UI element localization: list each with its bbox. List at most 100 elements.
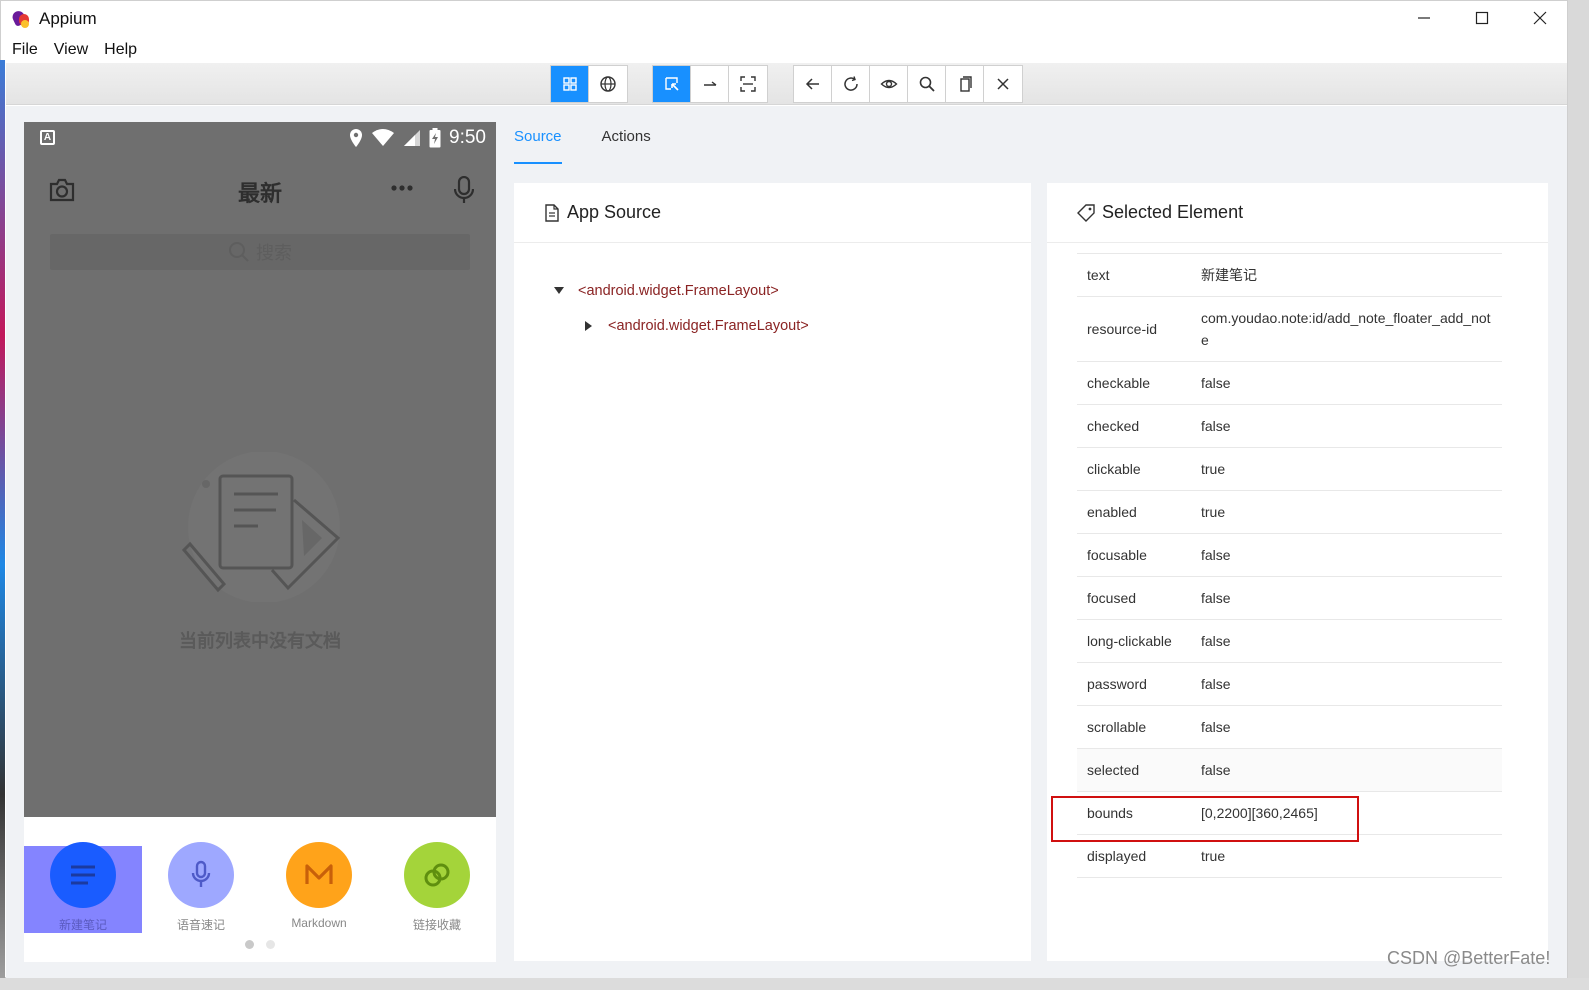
location-pin-icon (350, 129, 363, 147)
quit-session-button[interactable] (984, 66, 1022, 102)
attr-key: password (1087, 676, 1147, 692)
app-header: 最新 (24, 172, 496, 208)
selected-element-title: Selected Element (1102, 202, 1244, 222)
refresh-button[interactable] (832, 66, 870, 102)
attr-value: false (1201, 418, 1231, 434)
toggle-attributes-button[interactable] (870, 66, 908, 102)
attr-value: false (1201, 676, 1231, 692)
keyboard-a-icon: A (40, 130, 55, 145)
attr-key: scrollable (1087, 719, 1147, 735)
app-source-title: App Source (567, 202, 662, 222)
tree-node-tag[interactable]: <android.widget.FrameLayout> (578, 283, 779, 299)
signal-icon (404, 130, 421, 146)
empty-list-message: 当前列表中没有文档 (179, 631, 341, 651)
attr-key: long-clickable (1087, 633, 1172, 649)
more-dots-icon[interactable] (390, 176, 414, 206)
attr-row-focused: focused false (1077, 577, 1502, 620)
attr-key: enabled (1087, 504, 1137, 520)
toolbar (6, 63, 1567, 105)
attr-key: checked (1087, 418, 1140, 434)
tab-actions[interactable]: Actions (602, 128, 651, 164)
attr-row-text: text 新建笔记 (1077, 254, 1502, 297)
inspector-main: A 9:50 最新 搜索 当前列表中没有文档 新建笔记 语音速记 Markdow… (6, 106, 1567, 979)
app-source-panel: App Source <android.widget.FrameLayout> … (514, 183, 1031, 961)
attr-key: selected (1087, 762, 1140, 778)
attr-row-checkable: checkable false (1077, 362, 1502, 405)
attr-value: true (1201, 504, 1226, 520)
attr-row-checked: checked false (1077, 405, 1502, 448)
action-new-note[interactable]: 新建笔记 (43, 842, 123, 933)
menu-view[interactable]: View (54, 41, 88, 59)
attr-key: checkable (1087, 375, 1151, 391)
action-voice-note[interactable]: 语音速记 (161, 842, 241, 933)
device-screenshot[interactable]: A 9:50 最新 搜索 当前列表中没有文档 新建笔记 语音速记 Markdow… (24, 122, 496, 962)
select-elements-button[interactable] (653, 66, 691, 102)
microphone-icon (168, 842, 234, 908)
device-status-bar: A 9:50 (24, 122, 496, 154)
swipe-arrow-icon (703, 81, 716, 86)
attr-value: com.youdao.note:id/add_note_floater_add_… (1201, 310, 1491, 348)
attr-row-long-clickable: long-clickable false (1077, 620, 1502, 663)
tree-node-tag[interactable]: <android.widget.FrameLayout> (608, 318, 809, 334)
desktop-left-edge (0, 60, 5, 978)
search-elements-button[interactable] (908, 66, 946, 102)
menu-file[interactable]: File (12, 41, 38, 59)
device-search-bar[interactable]: 搜索 (50, 234, 470, 270)
arrow-left-icon (805, 78, 819, 90)
grid-icon (562, 77, 577, 91)
tap-by-coordinates-button[interactable] (729, 66, 767, 102)
tab-source[interactable]: Source (514, 128, 562, 164)
status-time: 9:50 (449, 127, 486, 148)
refresh-icon (843, 76, 858, 91)
attr-row-password: password false (1077, 663, 1502, 706)
action-link-collect[interactable]: 链接收藏 (397, 842, 477, 933)
actions-group (793, 65, 1023, 103)
caret-down-icon[interactable] (552, 284, 566, 298)
view-mode-group (550, 65, 628, 103)
native-mode-button[interactable] (551, 66, 589, 102)
appium-logo-icon (10, 8, 33, 30)
attr-value: false (1201, 375, 1231, 391)
attr-row-enabled: enabled true (1077, 491, 1502, 534)
action-markdown[interactable]: Markdown (279, 842, 359, 930)
caret-right-icon[interactable] (582, 319, 596, 333)
minimize-button[interactable] (1395, 1, 1453, 35)
web-mode-button[interactable] (589, 66, 627, 102)
markdown-m-icon (286, 842, 352, 908)
attr-row-selected: selected false (1077, 749, 1502, 792)
tree-node[interactable]: <android.widget.FrameLayout> (552, 273, 1031, 308)
menu-help[interactable]: Help (104, 41, 137, 59)
attr-value: false (1201, 633, 1231, 649)
tag-icon (1077, 203, 1095, 222)
attr-row-clickable: clickable true (1077, 448, 1502, 491)
wifi-icon (372, 129, 395, 146)
device-quick-actions: 新建笔记 语音速记 Markdown 链接收藏 (24, 842, 496, 938)
close-window-button[interactable] (1511, 1, 1569, 35)
page-dot-active (245, 940, 254, 949)
attr-key: resource-id (1087, 321, 1158, 337)
window-title: Appium (39, 9, 97, 28)
status-icons: 9:50 (349, 127, 486, 149)
voice-microphone-icon[interactable] (453, 175, 475, 209)
back-button[interactable] (794, 66, 832, 102)
attributes-table: text 新建笔记 resource-id com.youdao.note:id/a… (1077, 253, 1502, 878)
attr-value: true (1201, 461, 1226, 477)
selected-element-header: Selected Element (1047, 183, 1548, 243)
attr-key: focused (1087, 590, 1137, 606)
eye-icon (879, 79, 898, 89)
copy-xml-button[interactable] (946, 66, 984, 102)
action-label-new-note: 新建笔记 (58, 918, 107, 932)
tree-node[interactable]: <android.widget.FrameLayout> (552, 308, 1031, 343)
note-lines-icon (50, 842, 116, 908)
window-controls (1395, 1, 1569, 35)
inspector-tabs: Source Actions (514, 128, 691, 164)
maximize-button[interactable] (1453, 1, 1511, 35)
attr-row-focusable: focusable false (1077, 534, 1502, 577)
copy-icon (959, 76, 972, 92)
attr-row-resource-id: resource-id com.youdao.note:id/add_note_f… (1077, 297, 1502, 362)
attr-key: clickable (1087, 461, 1141, 477)
attr-value: false (1201, 762, 1231, 778)
swipe-button[interactable] (691, 66, 729, 102)
selected-element-panel: Selected Element text 新建笔记 resource-id com… (1047, 183, 1548, 961)
action-label-markdown: Markdown (291, 916, 347, 930)
